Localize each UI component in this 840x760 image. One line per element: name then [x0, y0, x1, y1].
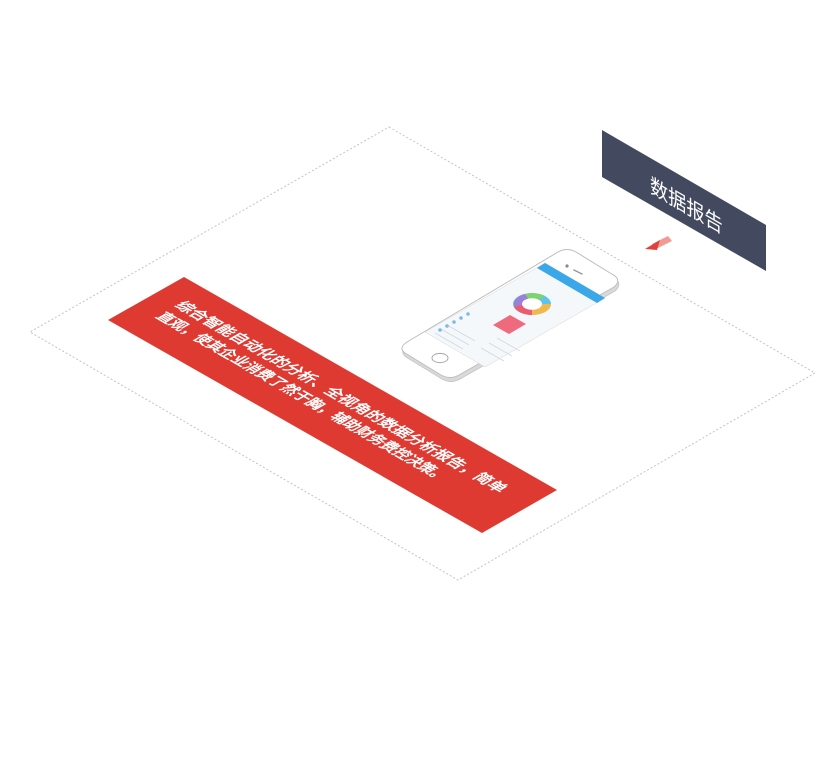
report-tag: 数据报告 — [602, 130, 766, 271]
pointer-arrow-icon — [645, 236, 672, 250]
banner-text-line2: 直观，使其企业消费了然于胸，辅助财务费控决策。 — [151, 310, 454, 484]
smartphone — [401, 249, 620, 382]
phone-camera — [565, 264, 569, 268]
isometric-scene: 综合智能自动化的分析、全视角的数据分析报告，简单 直观，使其企业消费了然于胸，辅… — [28, 126, 816, 581]
phone-donut-chart — [513, 293, 551, 315]
